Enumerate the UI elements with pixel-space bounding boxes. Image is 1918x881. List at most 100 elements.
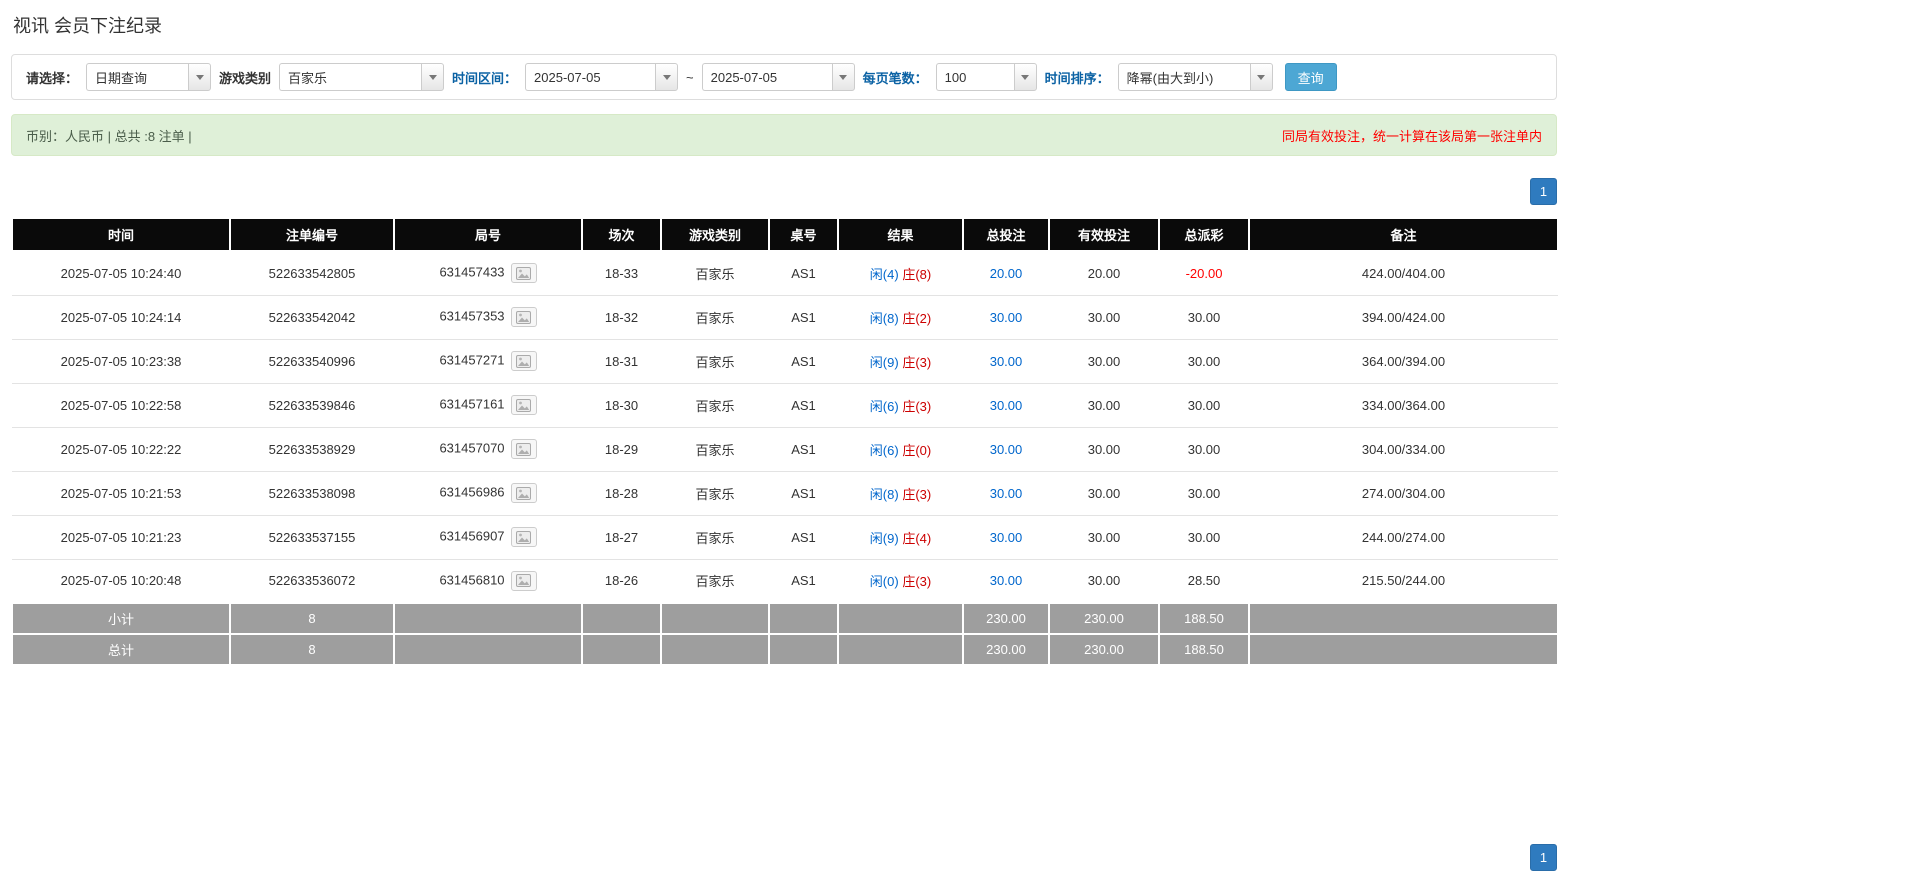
- cards-image-icon: [516, 574, 532, 588]
- view-cards-button[interactable]: [510, 263, 537, 284]
- cell-table-number: AS1: [769, 515, 838, 560]
- cell-remark: 334.00/364.00: [1249, 383, 1558, 428]
- cell-game-category: 百家乐: [661, 427, 769, 472]
- query-type-input[interactable]: [86, 63, 189, 91]
- cell-time: 2025-07-05 10:22:22: [12, 427, 230, 472]
- cell-result: 闲(9) 庄(4): [838, 515, 963, 560]
- query-type-dropdown-button[interactable]: [188, 63, 212, 91]
- total-bet-link[interactable]: 30.00: [990, 573, 1023, 588]
- cell-result: 闲(4) 庄(8): [838, 251, 963, 296]
- view-cards-button[interactable]: [510, 527, 537, 547]
- total-row-cell: 230.00: [962, 633, 1050, 666]
- subtotal-row-cell: 188.50: [1158, 602, 1250, 635]
- cell-remark: 244.00/274.00: [1249, 515, 1558, 560]
- column-header: 时间: [11, 217, 231, 252]
- cell-remark: 274.00/304.00: [1249, 471, 1558, 516]
- game-category-dropdown-button[interactable]: [421, 63, 445, 91]
- cell-game-category: 百家乐: [661, 339, 769, 384]
- subtotal-row-cell: [581, 602, 662, 635]
- cell-session: 18-33: [582, 251, 661, 296]
- result-banker: 庄(8): [902, 266, 932, 282]
- subtotal-row-cell: [393, 602, 583, 635]
- game-category-combo: [279, 63, 445, 91]
- cell-session: 18-29: [582, 427, 661, 472]
- cell-table-number: AS1: [769, 427, 838, 472]
- date-to-combo: [701, 63, 855, 91]
- cell-total-bet: 30.00: [963, 471, 1049, 516]
- date-from-input[interactable]: [525, 63, 656, 91]
- game-category-input[interactable]: [279, 63, 422, 91]
- chevron-down-icon: [428, 74, 437, 80]
- result-player: 闲(4): [869, 266, 899, 282]
- view-cards-button[interactable]: [510, 439, 537, 459]
- cell-result: 闲(8) 庄(2): [838, 295, 963, 340]
- total-bet-link[interactable]: 30.00: [990, 310, 1023, 325]
- column-header: 总投注: [962, 217, 1050, 252]
- round-id-text: 631456810: [439, 572, 505, 588]
- subtotal-row-cell: 8: [229, 602, 395, 635]
- cell-total-bet: 20.00: [963, 251, 1049, 296]
- cell-game-category: 百家乐: [661, 383, 769, 428]
- pagination-bottom: 1: [11, 844, 1557, 871]
- time-sort-input[interactable]: [1117, 63, 1250, 91]
- total-bet-link[interactable]: 30.00: [990, 530, 1023, 545]
- cell-game-category: 百家乐: [661, 515, 769, 560]
- page-size-input[interactable]: [935, 63, 1014, 91]
- subtotal-row-cell: 小计: [11, 602, 231, 635]
- total-bet-link[interactable]: 30.00: [990, 354, 1023, 369]
- cell-bet-id: 522633537155: [230, 515, 394, 560]
- column-header: 局号: [393, 217, 583, 252]
- cell-session: 18-30: [582, 383, 661, 428]
- total-bet-link[interactable]: 30.00: [990, 398, 1023, 413]
- cell-round-id: 631457433: [394, 251, 582, 296]
- page: 视讯 会员下注纪录 请选择： 游戏类别 时间区间： ~ 每页笔数： 时间排序：: [0, 0, 1918, 881]
- total-bet-link[interactable]: 30.00: [990, 442, 1023, 457]
- round-id-text: 631457353: [439, 308, 505, 324]
- cell-valid-bet: 30.00: [1049, 559, 1159, 604]
- table-row: 2025-07-05 10:20:48 522633536072 631456810…: [12, 559, 1558, 604]
- total-bet-link[interactable]: 30.00: [990, 486, 1023, 501]
- cell-result: 闲(6) 庄(3): [838, 383, 963, 428]
- total-row-cell: [393, 633, 583, 666]
- view-cards-button[interactable]: [510, 307, 537, 327]
- page-button-1[interactable]: 1: [1530, 844, 1557, 871]
- date-to-dropdown-button[interactable]: [831, 63, 855, 91]
- page-size-dropdown-button[interactable]: [1013, 63, 1037, 91]
- view-cards-button[interactable]: [510, 395, 537, 415]
- view-cards-button[interactable]: [510, 483, 537, 503]
- table-body: 2025-07-05 10:24:40 522633542805 631457433…: [11, 251, 1559, 666]
- view-cards-button[interactable]: [510, 570, 537, 591]
- total-row-cell: [768, 633, 839, 666]
- cell-time: 2025-07-05 10:24:14: [12, 295, 230, 340]
- cards-image-icon: [516, 266, 532, 280]
- search-button[interactable]: 查询: [1284, 63, 1337, 91]
- cell-result: 闲(6) 庄(0): [838, 427, 963, 472]
- view-cards-button[interactable]: [510, 351, 537, 371]
- summary-notice: 同局有效投注，统一计算在该局第一张注单内: [1281, 128, 1542, 144]
- page-size-combo: [935, 63, 1037, 91]
- table-row: 2025-07-05 10:23:38 522633540996 631457271…: [12, 339, 1558, 384]
- time-sort-dropdown-button[interactable]: [1249, 63, 1273, 91]
- total-row-cell: [1248, 633, 1559, 666]
- cell-result: 闲(8) 庄(3): [838, 471, 963, 516]
- cell-total-bet: 30.00: [963, 515, 1049, 560]
- game-category-label: 游戏类别: [219, 70, 272, 86]
- cell-payout: 30.00: [1159, 471, 1249, 516]
- subtotal-row-cell: 230.00: [962, 602, 1050, 635]
- result-banker: 庄(2): [902, 310, 932, 326]
- cards-image-icon: [516, 486, 532, 500]
- result-player: 闲(9): [869, 354, 899, 370]
- result-banker: 庄(3): [902, 354, 932, 370]
- total-bet-link[interactable]: 20.00: [990, 266, 1023, 281]
- date-from-dropdown-button[interactable]: [655, 63, 679, 91]
- cell-table-number: AS1: [769, 251, 838, 296]
- time-sort-label: 时间排序：: [1044, 70, 1110, 86]
- cell-remark: 304.00/334.00: [1249, 427, 1558, 472]
- cell-table-number: AS1: [769, 383, 838, 428]
- page-button-1[interactable]: 1: [1530, 178, 1557, 205]
- chevron-down-icon: [662, 74, 671, 80]
- cell-payout: 30.00: [1159, 295, 1249, 340]
- round-id-text: 631456907: [439, 528, 505, 544]
- cell-valid-bet: 30.00: [1049, 471, 1159, 516]
- date-to-input[interactable]: [701, 63, 832, 91]
